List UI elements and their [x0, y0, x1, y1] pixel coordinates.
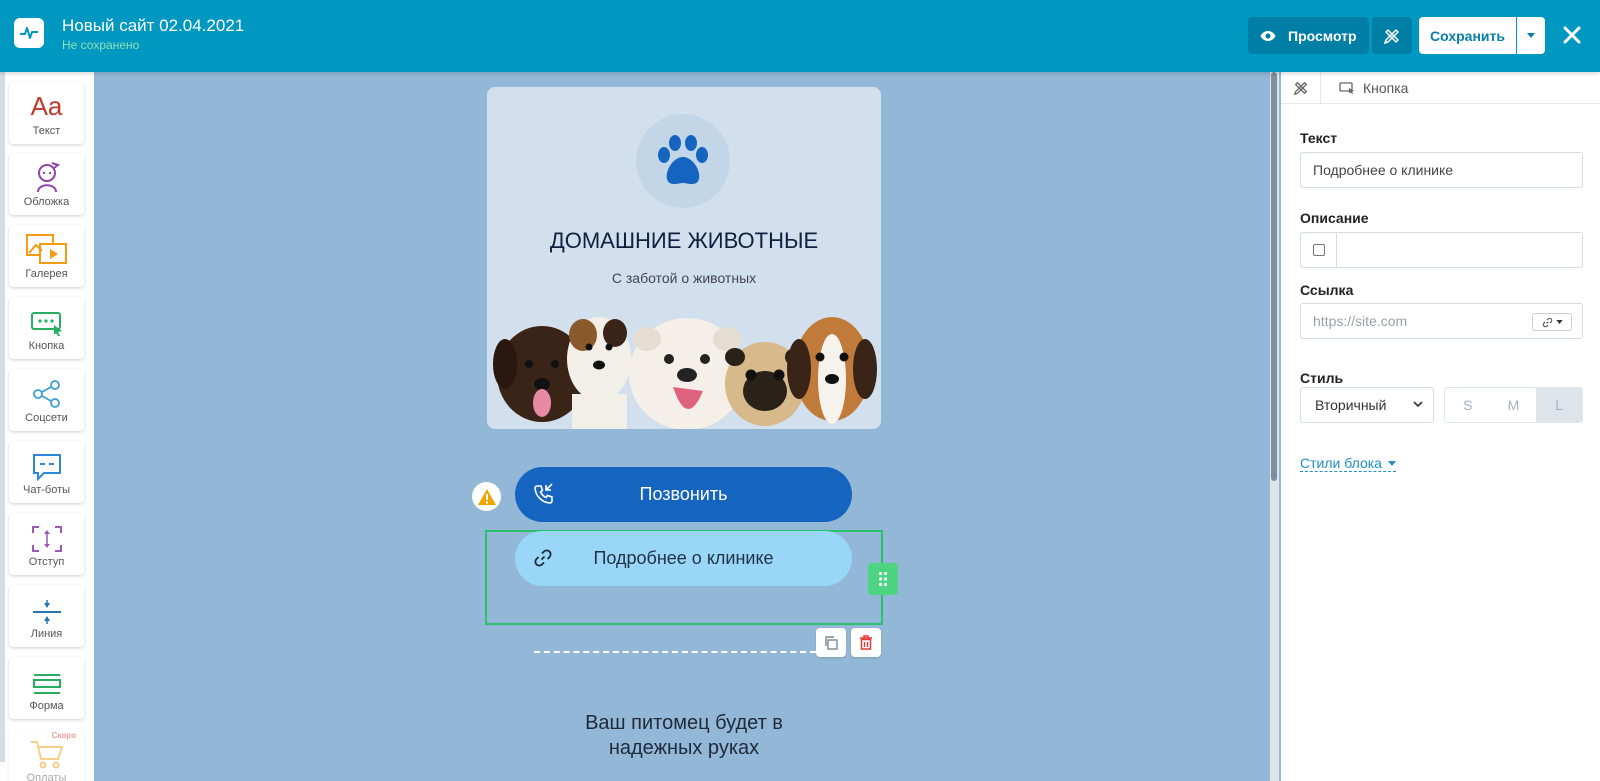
text-field[interactable]: Подробнее о клинике — [1300, 152, 1583, 188]
tool-label: Оплаты — [26, 772, 67, 781]
tool-label: Форма — [29, 700, 64, 712]
close-button[interactable] — [1558, 20, 1586, 50]
size-m-button[interactable]: M — [1491, 388, 1537, 422]
tagline-line-2: надежных руках — [608, 737, 760, 759]
style-label: Стиль — [1300, 370, 1344, 386]
design-tools-button[interactable] — [1372, 17, 1412, 54]
style-select[interactable]: Вторичный — [1300, 387, 1434, 423]
app-logo-icon[interactable] — [14, 18, 44, 48]
button-cursor-icon — [30, 301, 64, 337]
tool-cover[interactable]: Обложка — [9, 153, 84, 215]
cover-title[interactable]: ДОМАШНИЕ ЖИВОТНЫЕ — [487, 228, 881, 254]
share-icon — [32, 373, 62, 409]
link-type-dropdown[interactable] — [1532, 313, 1572, 331]
dashed-divider — [534, 651, 816, 653]
close-icon — [1563, 26, 1581, 44]
preview-button[interactable]: Просмотр — [1248, 17, 1369, 54]
tool-social[interactable]: Соцсети — [9, 369, 84, 431]
caret-down-icon — [1387, 460, 1396, 466]
drag-handle-icon[interactable] — [868, 563, 898, 595]
text-label: Текст — [1300, 130, 1338, 146]
size-toggle: S M L — [1444, 387, 1583, 423]
link-icon — [534, 549, 552, 567]
button-element-icon — [1339, 81, 1354, 94]
block-styles-toggle[interactable]: Стили блока — [1300, 455, 1396, 472]
cover-subtitle[interactable]: С заботой о животных — [487, 270, 881, 286]
gallery-icon — [25, 229, 68, 265]
call-button[interactable]: Позвонить — [515, 467, 852, 522]
more-about-clinic-button[interactable]: Подробнее о клинике — [515, 531, 852, 586]
tool-label: Галерея — [25, 268, 68, 280]
line-icon — [31, 589, 63, 625]
chevron-down-icon — [1413, 401, 1423, 408]
tool-label: Чат-боты — [22, 484, 71, 496]
breadcrumb-current: Кнопка — [1321, 80, 1408, 96]
canvas-scrollbar[interactable] — [1271, 72, 1277, 481]
tool-gallery[interactable]: Галерея — [9, 225, 84, 287]
breadcrumb-design-tools[interactable] — [1281, 71, 1321, 104]
toolbar-scrollbar[interactable] — [0, 72, 5, 762]
spacing-icon — [31, 517, 63, 553]
tool-label: Обложка — [23, 196, 70, 208]
tagline-line-1: Ваш питомец будет в — [585, 712, 783, 734]
warning-icon[interactable] — [472, 482, 501, 511]
copy-icon — [825, 635, 838, 650]
tool-button[interactable]: Кнопка — [9, 297, 84, 359]
text-aa-icon: Aa — [30, 91, 63, 121]
trash-icon — [860, 635, 872, 650]
cover-face-icon — [32, 157, 62, 193]
soon-badge: Скоро — [51, 731, 76, 740]
save-button[interactable]: Сохранить — [1419, 17, 1516, 54]
tool-form[interactable]: Форма — [9, 657, 84, 719]
tool-line[interactable]: Линия — [9, 585, 84, 647]
site-title[interactable]: Новый сайт 02.04.2021 — [62, 16, 244, 36]
more-button-label: Подробнее о клинике — [593, 548, 774, 568]
tool-chatbots[interactable]: Чат-боты — [9, 441, 84, 503]
tool-label: Кнопка — [28, 340, 65, 352]
preview-label: Просмотр — [1288, 27, 1357, 44]
tool-label: Отступ — [28, 556, 65, 568]
tool-label: Текст — [32, 125, 61, 137]
save-dropdown-button[interactable] — [1517, 17, 1545, 54]
duplicate-button[interactable] — [816, 628, 846, 657]
paw-icon — [636, 114, 730, 208]
caret-down-icon — [1527, 33, 1535, 38]
caret-down-icon — [1555, 320, 1563, 324]
description-label: Описание — [1300, 210, 1369, 226]
size-l-button[interactable]: L — [1536, 388, 1582, 422]
style-select-value: Вторичный — [1315, 397, 1387, 413]
description-field[interactable] — [1300, 232, 1583, 268]
pencil-ruler-icon — [1383, 28, 1400, 44]
link-placeholder: https://site.com — [1313, 313, 1408, 329]
tool-text[interactable]: Aa Текст — [9, 82, 84, 144]
delete-button[interactable] — [851, 628, 881, 657]
tagline-text[interactable]: Ваш питомец будет в надежных руках — [534, 711, 834, 761]
breadcrumb: Кнопка — [1281, 71, 1600, 104]
link-label: Ссылка — [1300, 282, 1354, 298]
blocks-toolbar: Aa Текст Обложка Галерея Кнопка Соцсети … — [0, 72, 94, 781]
top-bar: Новый сайт 02.04.2021 Не сохранено Просм… — [0, 0, 1600, 72]
phone-call-icon — [534, 483, 553, 504]
tool-payments[interactable]: Скоро Оплаты — [9, 729, 84, 781]
call-button-label: Позвонить — [639, 484, 728, 504]
save-status: Не сохранено — [62, 38, 140, 52]
cover-block[interactable]: ДОМАШНИЕ ЖИВОТНЫЕ С заботой о животных — [487, 87, 881, 429]
chat-icon — [32, 445, 62, 481]
tool-spacing[interactable]: Отступ — [9, 513, 84, 575]
description-checkbox[interactable] — [1301, 233, 1337, 267]
form-icon — [32, 661, 62, 697]
pencil-ruler-icon — [1293, 81, 1307, 95]
tool-label: Линия — [30, 628, 63, 640]
eye-icon — [1260, 30, 1276, 41]
dogs-image[interactable] — [487, 299, 881, 429]
size-s-button[interactable]: S — [1445, 388, 1491, 422]
properties-panel: Кнопка Текст Подробнее о клинике Описани… — [1281, 71, 1600, 781]
tool-label: Соцсети — [25, 412, 68, 424]
link-field[interactable]: https://site.com — [1300, 303, 1583, 339]
link-icon — [1542, 317, 1552, 327]
